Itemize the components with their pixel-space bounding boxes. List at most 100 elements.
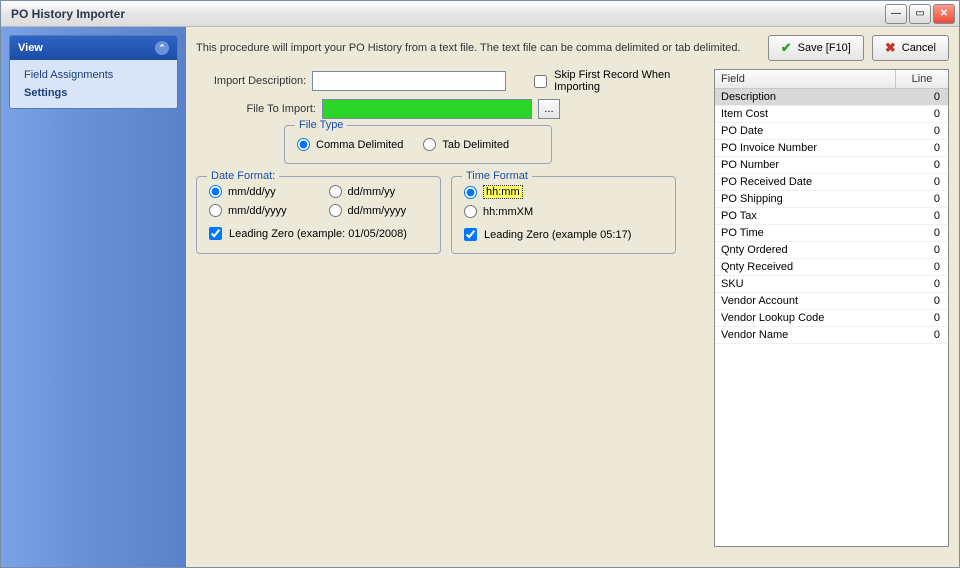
cell-field: PO Invoice Number <box>715 140 896 156</box>
skip-first-label: Skip First Record When Importing <box>554 69 704 93</box>
table-row[interactable]: Description0 <box>715 89 948 106</box>
time-format-legend: Time Format <box>462 170 532 182</box>
cell-field: PO Number <box>715 157 896 173</box>
file-label: File To Import: <box>196 103 316 115</box>
table-row[interactable]: Item Cost0 <box>715 106 948 123</box>
minimize-icon: — <box>891 8 901 19</box>
cell-line: 0 <box>896 157 948 173</box>
maximize-icon: ▭ <box>915 8 924 19</box>
radio-ddmmyyyy[interactable]: dd/mm/yyyy <box>329 204 429 217</box>
sidebar-header-label: View <box>18 42 43 54</box>
check-icon: ✔ <box>781 40 792 56</box>
cell-line: 0 <box>896 310 948 326</box>
cell-line: 0 <box>896 191 948 207</box>
cell-field: PO Tax <box>715 208 896 224</box>
date-leading-zero-checkbox[interactable]: Leading Zero (example: 01/05/2008) <box>209 227 428 240</box>
radio-mmddyy[interactable]: mm/dd/yy <box>209 185 309 198</box>
radio-hhmmxm[interactable]: hh:mmXM <box>464 205 663 218</box>
table-row[interactable]: PO Received Date0 <box>715 174 948 191</box>
save-button-label: Save [F10] <box>798 42 851 54</box>
cell-field: Description <box>715 89 896 105</box>
intro-text: This procedure will import your PO Histo… <box>196 42 760 54</box>
table-row[interactable]: PO Invoice Number0 <box>715 140 948 157</box>
sidebar-header[interactable]: View ⌃ <box>10 36 177 60</box>
cell-line: 0 <box>896 276 948 292</box>
sidebar: View ⌃ Field Assignments Settings <box>1 27 186 567</box>
radio-label: Tab Delimited <box>442 139 509 151</box>
minimize-button[interactable]: — <box>885 4 907 24</box>
radio-mmddyyyy[interactable]: mm/dd/yyyy <box>209 204 309 217</box>
skip-first-checkbox[interactable]: Skip First Record When Importing <box>534 69 704 93</box>
table-row[interactable]: Vendor Name0 <box>715 327 948 344</box>
cell-line: 0 <box>896 123 948 139</box>
maximize-button[interactable]: ▭ <box>909 4 931 24</box>
date-format-group: Date Format: mm/dd/yy dd/mm/yy <box>196 176 441 254</box>
cell-line: 0 <box>896 140 948 156</box>
radio-hhmm[interactable]: hh:mm <box>464 185 663 199</box>
cell-field: Qnty Received <box>715 259 896 275</box>
main-panel: This procedure will import your PO Histo… <box>186 27 959 567</box>
radio-label: mm/dd/yy <box>228 186 276 198</box>
cell-field: Item Cost <box>715 106 896 122</box>
cell-line: 0 <box>896 327 948 343</box>
table-row[interactable]: SKU0 <box>715 276 948 293</box>
table-row[interactable]: Vendor Lookup Code0 <box>715 310 948 327</box>
cell-line: 0 <box>896 106 948 122</box>
radio-label: dd/mm/yy <box>348 186 396 198</box>
table-row[interactable]: PO Date0 <box>715 123 948 140</box>
cell-field: SKU <box>715 276 896 292</box>
field-table: Field Line Description0Item Cost0PO Date… <box>714 69 949 547</box>
sidebar-item-label: Settings <box>24 87 67 99</box>
app-window: PO History Importer — ▭ ✕ View ⌃ Field A… <box>0 0 960 568</box>
table-row[interactable]: PO Shipping0 <box>715 191 948 208</box>
filetype-group: File Type Comma Delimited Tab Delimited <box>284 125 552 164</box>
save-button[interactable]: ✔ Save [F10] <box>768 35 864 61</box>
date-format-legend: Date Format: <box>207 170 279 182</box>
radio-ddmmyy[interactable]: dd/mm/yy <box>329 185 429 198</box>
browse-button[interactable]: ... <box>538 99 560 119</box>
cell-field: Vendor Account <box>715 293 896 309</box>
time-leading-zero-label: Leading Zero (example 05:17) <box>484 229 631 241</box>
file-input[interactable] <box>322 99 532 119</box>
cell-field: Vendor Lookup Code <box>715 310 896 326</box>
date-leading-zero-label: Leading Zero (example: 01/05/2008) <box>229 228 407 240</box>
cell-field: Vendor Name <box>715 327 896 343</box>
table-row[interactable]: PO Tax0 <box>715 208 948 225</box>
radio-label: hh:mm <box>483 185 523 199</box>
titlebar[interactable]: PO History Importer — ▭ ✕ <box>1 1 959 27</box>
cell-field: PO Date <box>715 123 896 139</box>
cell-field: PO Time <box>715 225 896 241</box>
cancel-button[interactable]: ✖ Cancel <box>872 35 949 61</box>
radio-tab-delimited[interactable]: Tab Delimited <box>423 138 509 151</box>
x-icon: ✖ <box>885 40 896 56</box>
sidebar-panel: View ⌃ Field Assignments Settings <box>9 35 178 109</box>
close-button[interactable]: ✕ <box>933 4 955 24</box>
radio-label: dd/mm/yyyy <box>348 205 407 217</box>
table-body[interactable]: Description0Item Cost0PO Date0PO Invoice… <box>715 89 948 546</box>
col-header-line[interactable]: Line <box>896 70 948 88</box>
cell-line: 0 <box>896 293 948 309</box>
skip-first-input[interactable] <box>534 75 547 88</box>
radio-label: mm/dd/yyyy <box>228 205 287 217</box>
table-row[interactable]: Vendor Account0 <box>715 293 948 310</box>
table-row[interactable]: PO Number0 <box>715 157 948 174</box>
sidebar-item-field-assignments[interactable]: Field Assignments <box>10 66 177 84</box>
col-header-field[interactable]: Field <box>715 70 896 88</box>
cell-line: 0 <box>896 242 948 258</box>
time-format-group: Time Format hh:mm hh:mmXM <box>451 176 676 254</box>
radio-label: Comma Delimited <box>316 139 403 151</box>
sidebar-item-settings[interactable]: Settings <box>10 84 177 102</box>
cell-line: 0 <box>896 225 948 241</box>
close-icon: ✕ <box>940 8 948 19</box>
radio-comma-delimited[interactable]: Comma Delimited <box>297 138 403 151</box>
time-leading-zero-checkbox[interactable]: Leading Zero (example 05:17) <box>464 228 663 241</box>
import-desc-input[interactable] <box>312 71 505 91</box>
cell-line: 0 <box>896 89 948 105</box>
cell-field: PO Shipping <box>715 191 896 207</box>
cancel-button-label: Cancel <box>902 42 936 54</box>
table-row[interactable]: Qnty Received0 <box>715 259 948 276</box>
table-row[interactable]: PO Time0 <box>715 225 948 242</box>
table-row[interactable]: Qnty Ordered0 <box>715 242 948 259</box>
import-desc-label: Import Description: <box>196 75 306 87</box>
ellipsis-icon: ... <box>544 103 553 115</box>
